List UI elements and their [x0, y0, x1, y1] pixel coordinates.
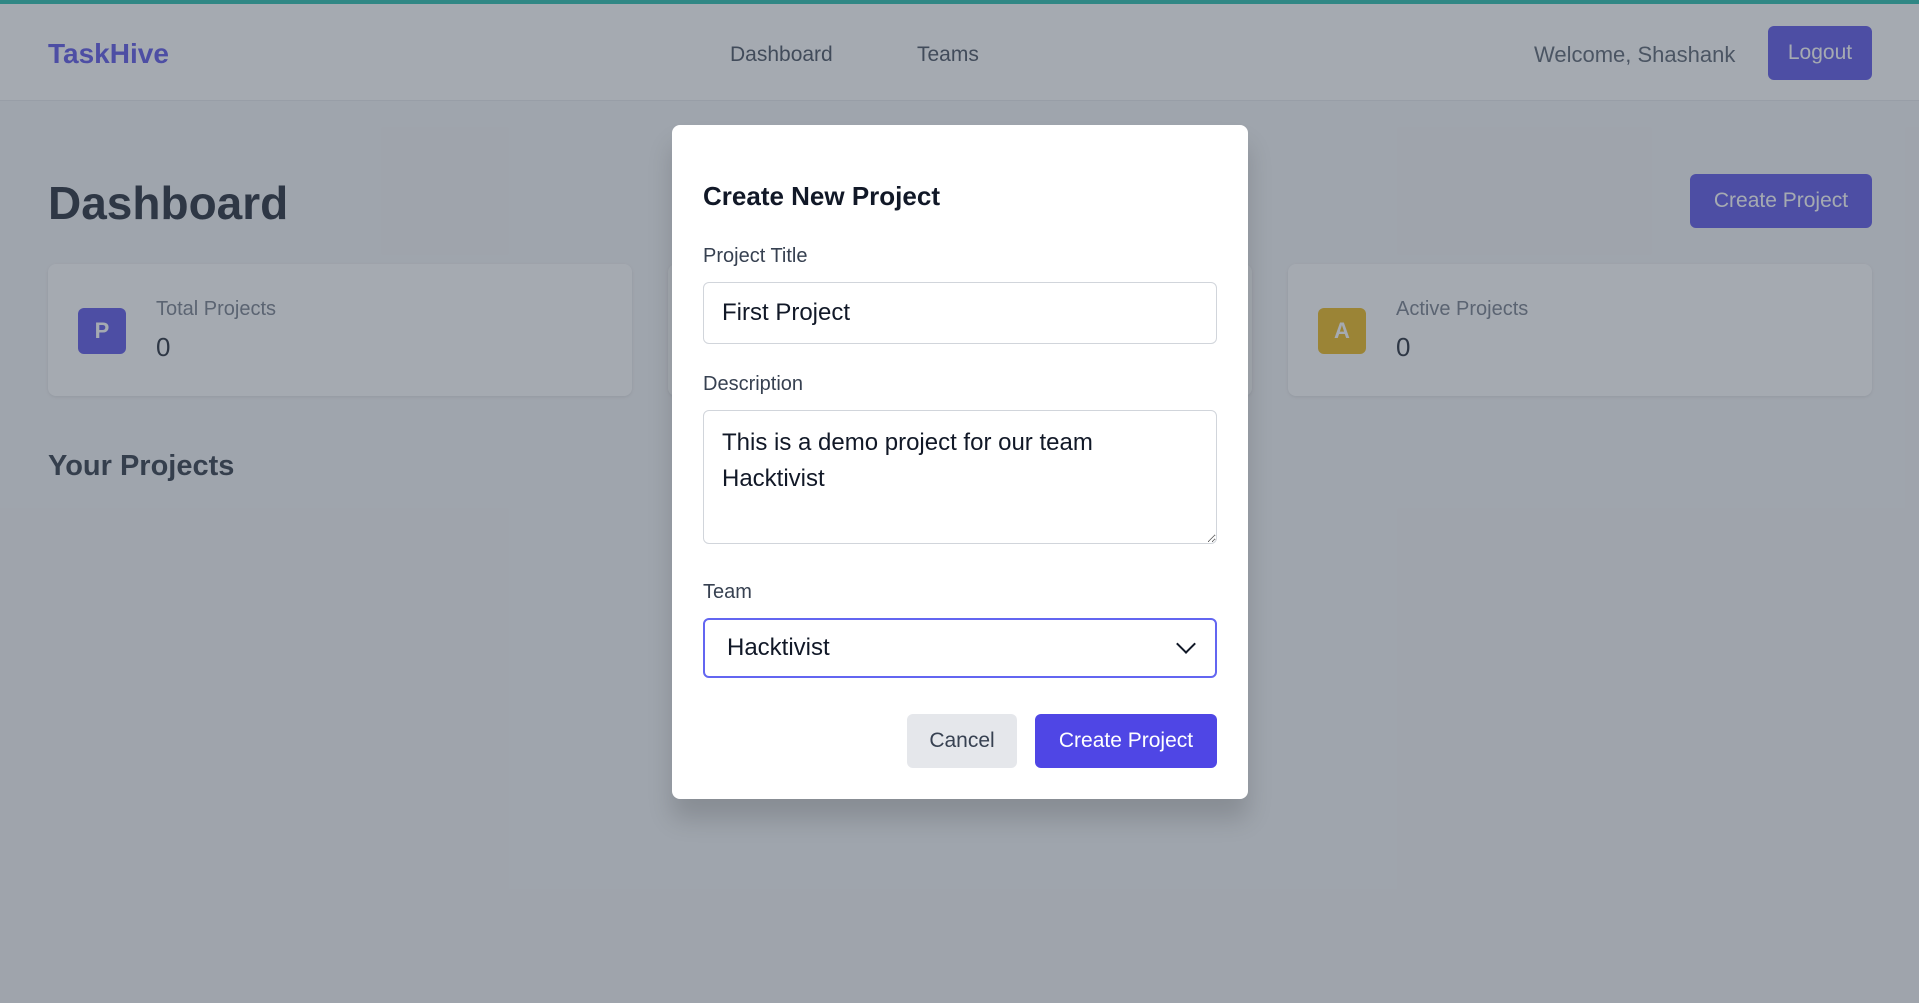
team-selected-value: Hacktivist	[727, 634, 830, 661]
create-project-modal: Create New Project Project Title Descrip…	[672, 125, 1248, 799]
chevron-down-icon	[1176, 634, 1196, 654]
team-label: Team	[703, 581, 752, 603]
project-title-input[interactable]	[703, 282, 1217, 344]
description-label: Description	[703, 373, 804, 395]
project-title-label: Project Title	[703, 245, 808, 267]
cancel-button[interactable]: Cancel	[907, 714, 1017, 768]
modal-title: Create New Project	[703, 181, 940, 211]
team-select[interactable]: Hacktivist	[703, 618, 1217, 678]
description-textarea[interactable]: This is a demo project for our team Hack…	[703, 410, 1217, 544]
submit-create-project-button[interactable]: Create Project	[1035, 714, 1217, 768]
